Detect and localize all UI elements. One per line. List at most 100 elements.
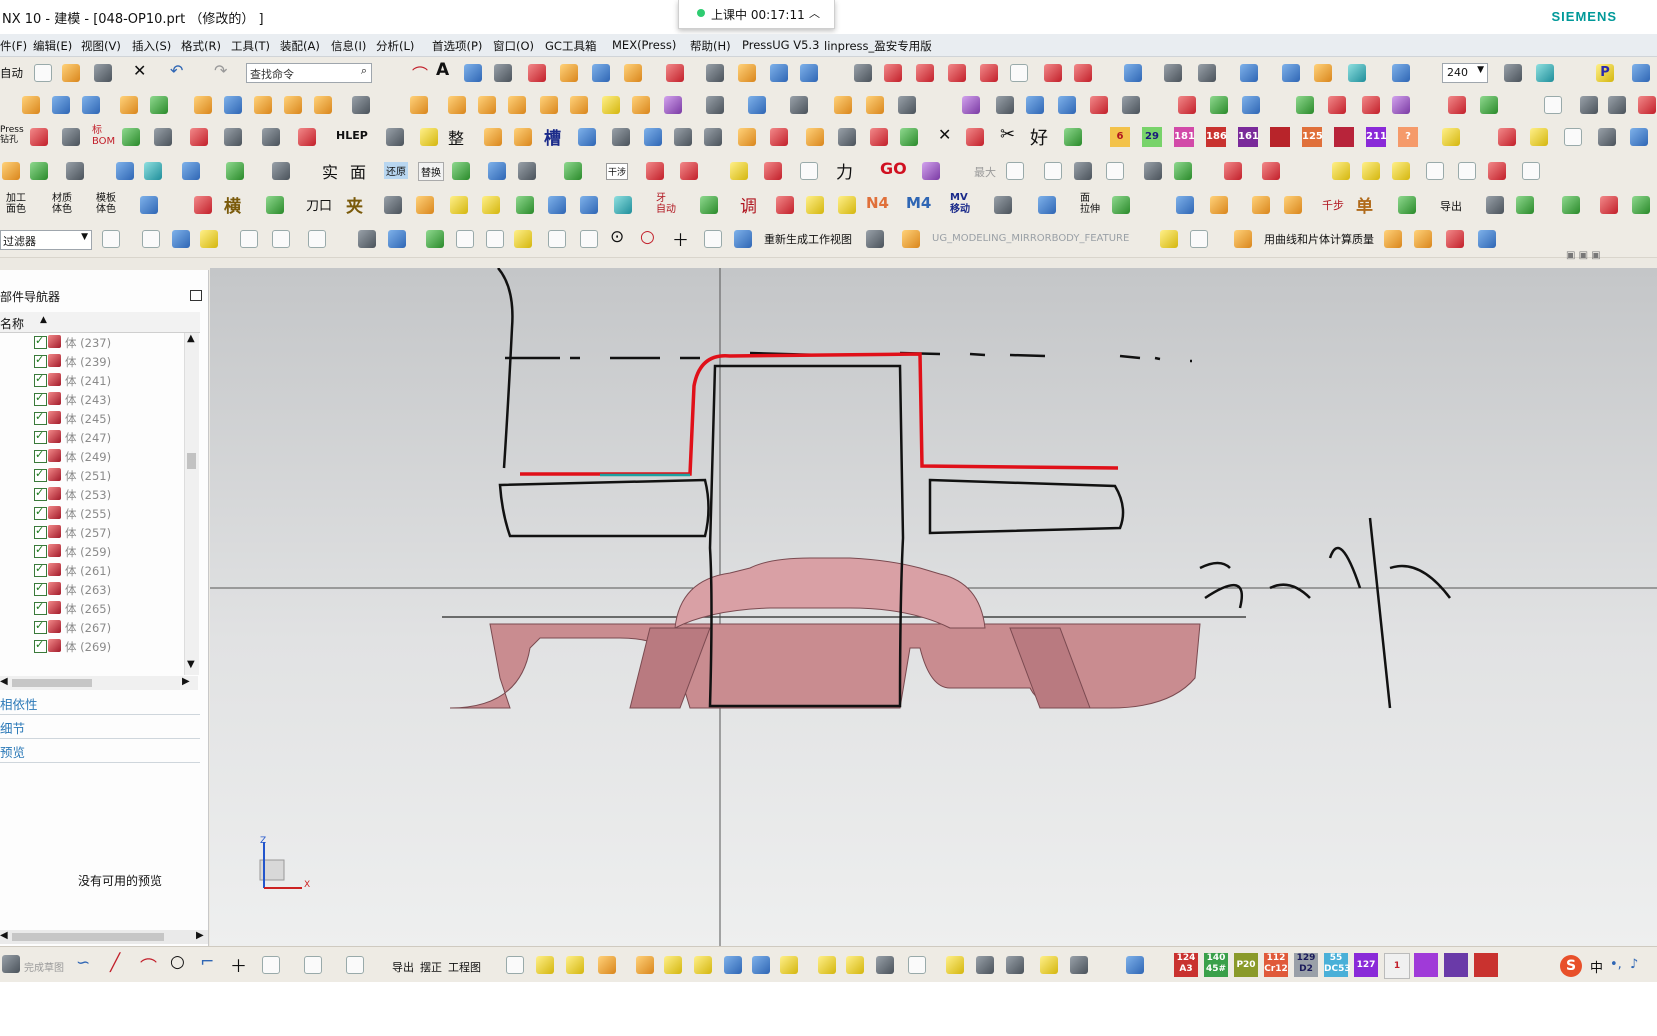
add-feature-2-icon[interactable] [566,956,584,974]
feature-tool-2-icon[interactable] [448,96,466,114]
snap-end-icon[interactable] [426,230,444,248]
view-tool-2-icon[interactable] [1198,64,1216,82]
material-purple-button[interactable] [1414,953,1438,977]
tree-item[interactable]: 体 (249) [0,447,184,466]
menu-mex-press[interactable]: MEX(Press) [612,38,676,52]
menu-gc-toolbox[interactable]: GC工具箱 [545,38,596,54]
arc-sketch-icon[interactable]: ⌒ [140,953,157,978]
solid-tool-7-icon[interactable] [224,96,242,114]
pie-tool-icon[interactable] [1488,162,1506,180]
scissors-green-icon[interactable] [1398,196,1416,214]
number-button-186[interactable]: 186 [1206,127,1227,147]
snap-curve-icon[interactable] [514,230,532,248]
material-a3-button[interactable]: 124 A3 [1174,953,1198,977]
checkbox-icon[interactable] [34,562,47,577]
material-127-button[interactable]: 127 [1354,953,1378,977]
table-tool-icon[interactable] [122,128,140,146]
filter-select[interactable]: 过滤器 ▼ [0,230,92,250]
mold-tool-16-icon[interactable] [1544,96,1562,114]
menu-assembly[interactable]: 装配(A) [280,38,320,54]
rotate-tool-icon[interactable] [994,196,1012,214]
formula-icon[interactable] [116,162,134,180]
checkbox-icon[interactable] [34,524,47,539]
arc-tool-icon[interactable] [1106,162,1124,180]
dry-run-icon[interactable] [1564,128,1582,146]
tree-item[interactable]: 体 (265) [0,599,184,618]
help-question-icon[interactable]: ? [1398,127,1418,147]
checkbox-icon[interactable] [34,353,47,368]
measure-tool-icon[interactable] [1160,230,1178,248]
solid-tool-11-icon[interactable] [352,96,370,114]
tree-item[interactable]: 体 (261) [0,561,184,580]
scroll-thumb[interactable] [187,453,196,469]
thread-tool-icon[interactable] [612,128,630,146]
checkbox-icon[interactable] [34,543,47,558]
view-tool-1-icon[interactable] [1164,64,1182,82]
replace-button[interactable]: 替换 [418,162,444,181]
box-outline-icon[interactable] [1530,128,1548,146]
view-tool-7-icon[interactable] [1392,64,1410,82]
process-chart-icon[interactable] [298,128,316,146]
feature-tool-12-icon[interactable] [790,96,808,114]
mold-tool-12-icon[interactable] [1362,96,1380,114]
layer-tool-2-icon[interactable] [1536,64,1554,82]
panel-bottom-scrollbar[interactable]: ◀ ▶ [0,930,208,944]
color-tool-icon[interactable] [1332,162,1350,180]
block-tool-5-icon[interactable] [674,128,692,146]
fillet-icon[interactable]: ⌐ [200,952,214,972]
assembly-tool-12-icon[interactable] [976,956,994,974]
select-filter-icon[interactable] [102,230,120,248]
solid-tool-9-icon[interactable] [284,96,302,114]
menu-pressug[interactable]: PressUG V5.3 [742,38,819,52]
slot-button[interactable]: 槽 [544,124,561,149]
point-icon[interactable]: ＋ [230,952,247,977]
tree-item[interactable]: 体 (269) [0,637,184,656]
number-button-161[interactable]: 161 [1238,127,1259,147]
mold-tool-6-icon[interactable] [1122,96,1140,114]
tool-stack-4-icon[interactable] [1478,230,1496,248]
assembly-tool-16-icon[interactable] [1126,956,1144,974]
checkbox-icon[interactable] [34,638,47,653]
solid-button[interactable]: 实 [322,159,338,183]
move-tool-icon[interactable] [1144,162,1162,180]
block-tool-1-icon[interactable] [484,128,502,146]
column-header-row[interactable]: 名称 ▲ [0,312,200,333]
material-d2-button[interactable]: 129 D2 [1294,953,1318,977]
mold-tool-7-icon[interactable] [1178,96,1196,114]
number-button-red[interactable] [1270,127,1290,147]
pin-point-icon[interactable] [700,196,718,214]
trim-button[interactable]: 整 [448,125,464,149]
solid-tool-5-icon[interactable] [150,96,168,114]
details-section[interactable]: 细节 [0,718,200,739]
checkbox-icon[interactable] [34,467,47,482]
single-button[interactable]: 单 [1356,192,1373,217]
material-violet-button[interactable] [1444,953,1468,977]
checkbox-icon[interactable] [34,600,47,615]
tree-item[interactable]: 体 (243) [0,390,184,409]
mold-tool-17-icon[interactable] [1580,96,1598,114]
sketch-tool-8-icon[interactable] [1074,64,1092,82]
outline-tool-icon[interactable] [1006,162,1024,180]
curve-tool-9-icon[interactable] [738,64,756,82]
snap-control-icon[interactable] [548,230,566,248]
ime-punct-icon[interactable]: •, [1610,957,1622,972]
solid-tool-1-icon[interactable] [22,96,40,114]
selection-box-icon[interactable] [308,230,326,248]
export-bottom-button[interactable]: 导出 [392,959,414,975]
tool-stack-1-icon[interactable] [1384,230,1402,248]
scroll-right-icon[interactable]: ▶ [196,930,204,941]
zoom-select[interactable]: 240 ▼ [1442,63,1488,83]
sketch-tool-5-icon[interactable] [980,64,998,82]
panel-hscroll-thumb[interactable] [12,933,164,941]
view-tool-3-icon[interactable] [1240,64,1258,82]
green-plus-icon[interactable] [1174,162,1192,180]
mold-tool-14-icon[interactable] [1448,96,1466,114]
constraint-icon[interactable] [346,956,364,974]
template-body-color-button[interactable]: 模板 体色 [96,193,116,215]
feature-tool-9-icon[interactable] [664,96,682,114]
menu-edit[interactable]: 编辑(E) [33,38,72,54]
my-standard-icon[interactable] [1562,196,1580,214]
number-button-29[interactable]: 29 [1142,127,1162,147]
add-feature-3-icon[interactable] [598,956,616,974]
arc-icon[interactable]: ⌒ [412,61,428,85]
